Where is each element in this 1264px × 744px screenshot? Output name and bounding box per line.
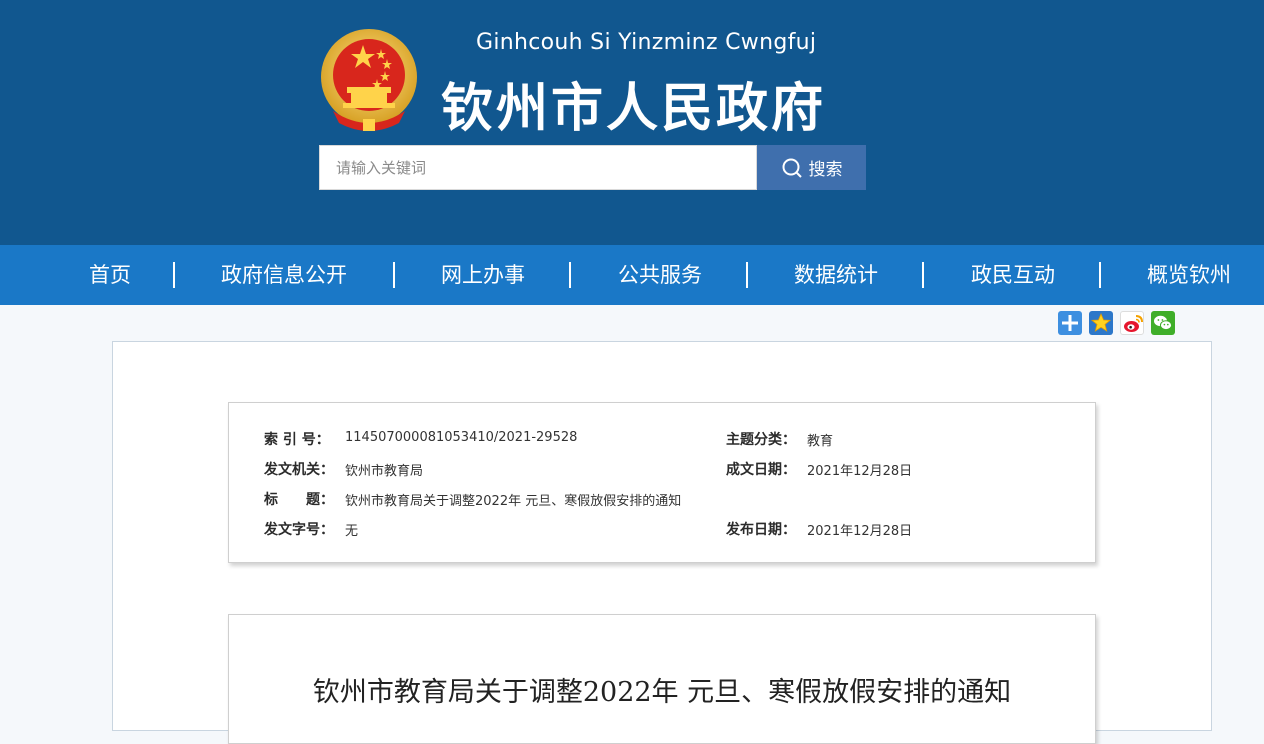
search-input[interactable] <box>319 145 757 190</box>
site-subtitle: Ginhcouh Si Yinzminz Cwngfuj <box>476 30 817 55</box>
article-title: 钦州市教育局关于调整2022年 元旦、寒假放假安排的通知 <box>312 677 1012 708</box>
nav-item-interaction[interactable]: 政民互动 <box>971 245 1055 305</box>
meta-docno-value: 无 <box>345 524 359 539</box>
search-icon <box>781 157 803 179</box>
meta-title-value: 钦州市教育局关于调整2022年 元旦、寒假放假安排的通知 <box>345 494 682 509</box>
share-plus-icon[interactable] <box>1058 311 1082 335</box>
nav-item-public-service[interactable]: 公共服务 <box>618 245 702 305</box>
meta-docno-label: 发文字号： <box>264 522 334 538</box>
document-meta-card <box>228 402 1096 563</box>
meta-issuer-label: 发文机关： <box>264 462 334 478</box>
meta-index-value: 114507000081053410/2021-29528 <box>345 430 578 445</box>
nav-separator <box>569 262 571 288</box>
meta-index-label: 索 引 号： <box>264 432 330 448</box>
national-emblem-icon <box>321 29 417 131</box>
meta-published-label: 发布日期： <box>726 522 796 538</box>
nav-separator <box>746 262 748 288</box>
wechat-icon[interactable] <box>1151 311 1175 335</box>
search-button[interactable]: 搜索 <box>757 145 866 190</box>
nav-item-gov-info[interactable]: 政府信息公开 <box>221 245 347 305</box>
meta-created-value: 2021年12月28日 <box>807 464 913 479</box>
site-title: 钦州市人民政府 <box>441 79 827 139</box>
qzone-star-icon[interactable] <box>1089 311 1113 335</box>
meta-issuer-value: 钦州市教育局 <box>345 464 424 479</box>
nav-item-statistics[interactable]: 数据统计 <box>794 245 878 305</box>
site-header: Ginhcouh Si Yinzminz Cwngfuj 钦州市人民政府 搜索 <box>0 0 1264 245</box>
nav-separator <box>173 262 175 288</box>
meta-topic-label: 主题分类： <box>726 432 796 448</box>
search-button-label: 搜索 <box>808 160 843 180</box>
meta-created-label: 成文日期： <box>726 462 796 478</box>
meta-published-value: 2021年12月28日 <box>807 524 913 539</box>
weibo-icon[interactable] <box>1120 311 1144 335</box>
nav-separator <box>393 262 395 288</box>
nav-item-online-service[interactable]: 网上办事 <box>441 245 525 305</box>
nav-item-overview[interactable]: 概览钦州 <box>1147 245 1231 305</box>
meta-title-label: 标 题： <box>264 492 334 508</box>
nav-separator <box>1099 262 1101 288</box>
nav-separator <box>922 262 924 288</box>
nav-item-home[interactable]: 首页 <box>89 245 131 305</box>
meta-topic-value: 教育 <box>807 434 834 449</box>
main-nav: 首页 政府信息公开 网上办事 公共服务 数据统计 政民互动 概览钦州 <box>0 245 1264 305</box>
